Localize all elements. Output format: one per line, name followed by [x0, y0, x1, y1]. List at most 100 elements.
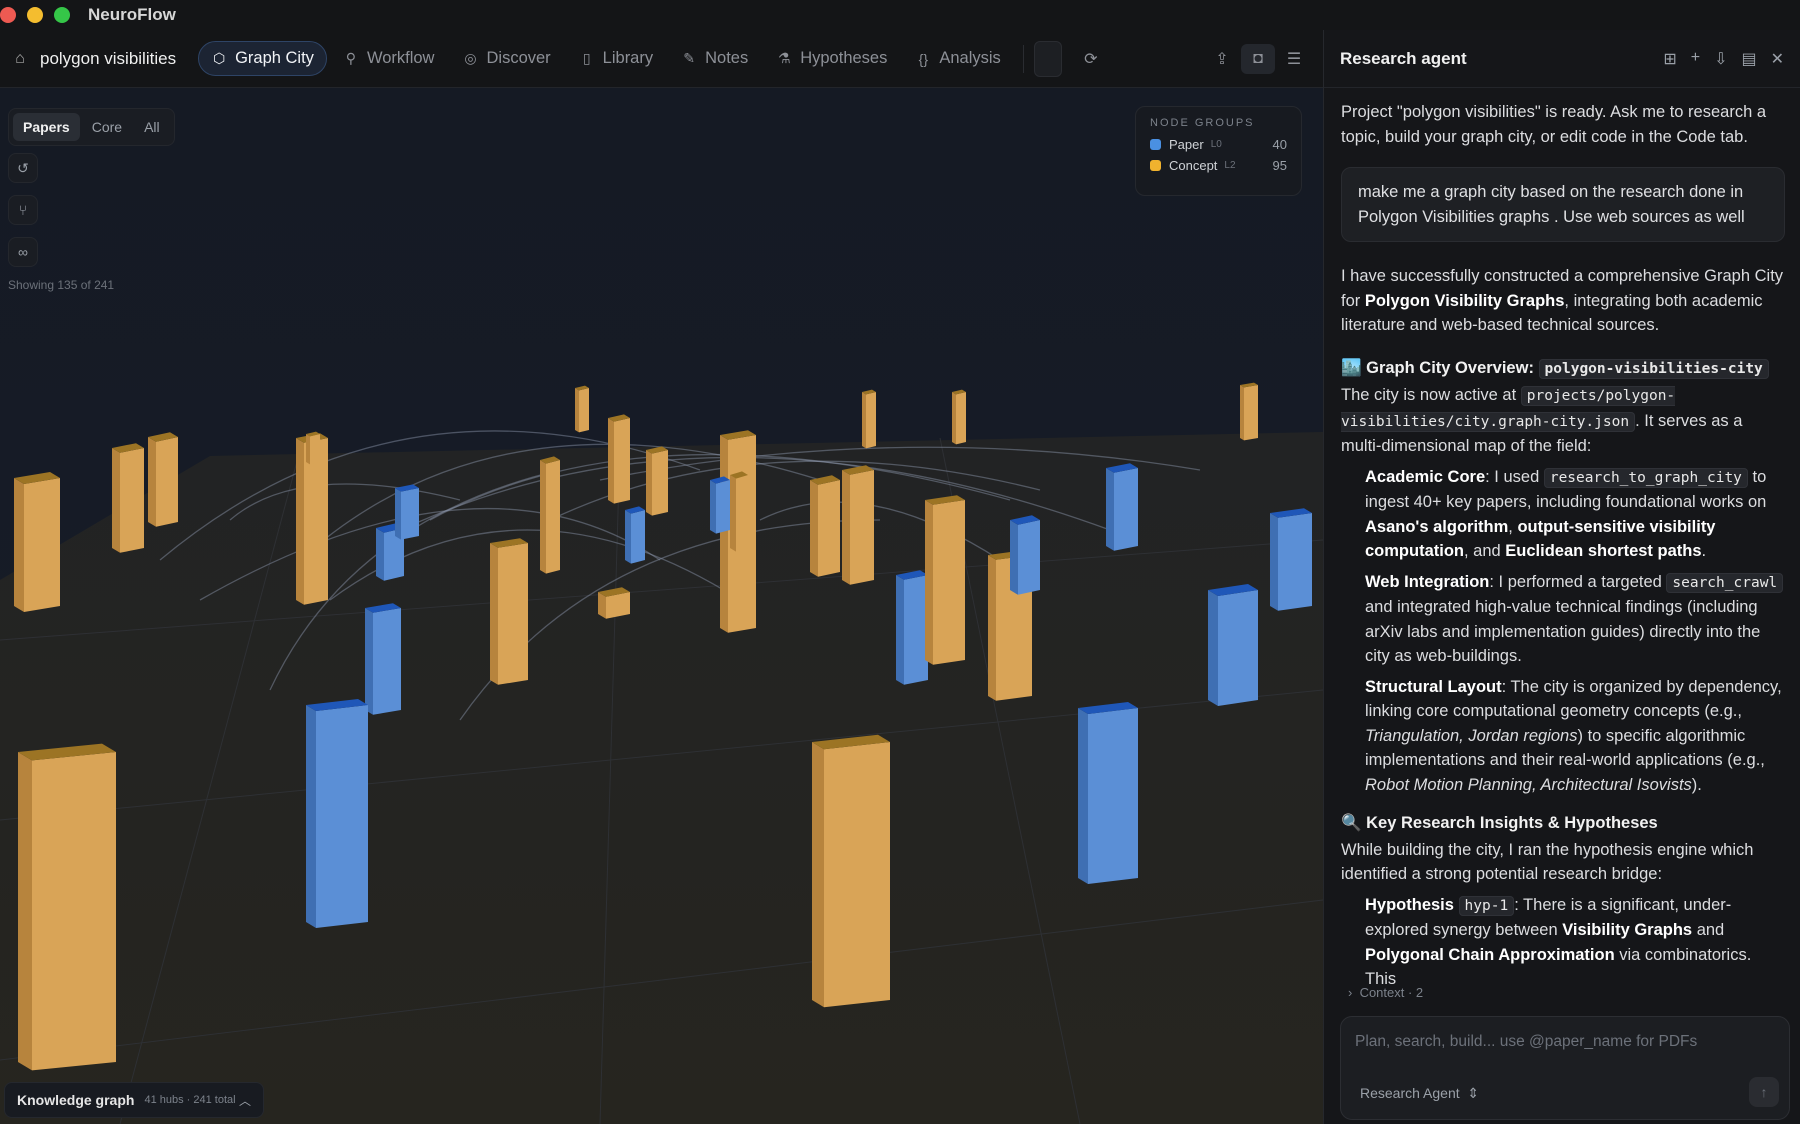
tab-discover[interactable]: ◎ Discover — [450, 41, 562, 76]
graph-city-canvas[interactable]: Papers Core All ↺ ⑂ ∞ Showing 135 of 241… — [0, 88, 1323, 1124]
building[interactable] — [112, 443, 144, 553]
export-doc-icon[interactable]: ⇩ — [1714, 49, 1727, 69]
building[interactable] — [1010, 515, 1040, 595]
sliders-icon[interactable]: ☰ — [1277, 44, 1311, 74]
context-toggle[interactable]: › Context · 2 — [1348, 985, 1423, 1000]
send-button[interactable]: ↑ — [1749, 1077, 1779, 1107]
building[interactable] — [710, 476, 730, 534]
building[interactable] — [306, 699, 368, 928]
building[interactable] — [925, 495, 965, 665]
text-bold: Asano's algorithm — [1365, 517, 1509, 536]
insights-paragraph: While building the city, I ran the hypot… — [1341, 840, 1754, 884]
inline-code: polygon-visibilities-city — [1538, 358, 1769, 379]
agent-header-actions: ⊞ + ⇩ ▤ ✕ — [1663, 49, 1784, 69]
building[interactable] — [730, 471, 748, 552]
chevron-up-icon[interactable]: ︿ — [239, 1092, 251, 1109]
building-side — [646, 450, 652, 516]
node-group-concept[interactable]: Concept L2 95 — [1150, 158, 1287, 173]
close-window-button[interactable] — [0, 7, 16, 23]
tab-workflow[interactable]: ⚲ Workflow — [331, 41, 447, 76]
building[interactable] — [646, 446, 668, 516]
maximize-window-button[interactable] — [54, 7, 70, 23]
view-tabs: ⬡ Graph City ⚲ Workflow ◎ Discover ▯ Library… — [198, 41, 1013, 76]
building-side — [1270, 513, 1278, 611]
composer-input[interactable]: Plan, search, build... use @paper_name f… — [1355, 1033, 1697, 1051]
node-filter: Papers Core All — [8, 108, 175, 146]
document-icon[interactable]: ▤ — [1741, 49, 1756, 69]
toolbar-right-actions: ⇪ ◘ ☰ — [1205, 43, 1311, 74]
building[interactable] — [1078, 702, 1138, 884]
building[interactable] — [1240, 382, 1258, 441]
history-icon[interactable]: ↺ — [8, 153, 38, 183]
building-side — [1208, 590, 1218, 706]
item-label: Web Integration — [1365, 572, 1490, 591]
showing-count: Showing 135 of 241 — [8, 278, 115, 292]
tab-graph-city[interactable]: ⬡ Graph City — [198, 41, 327, 76]
text-bold: Polygonal Chain Approximation — [1365, 945, 1615, 964]
building[interactable] — [306, 431, 320, 465]
branch-icon[interactable]: ⑂ — [8, 195, 38, 225]
building[interactable] — [540, 456, 560, 574]
refresh-icon[interactable]: ⟳ — [1074, 44, 1108, 74]
tab-hypotheses[interactable]: ⚗ Hypotheses — [764, 41, 899, 76]
workflow-icon: ⚲ — [345, 50, 357, 66]
building-face — [866, 392, 876, 449]
building-face — [956, 392, 966, 445]
building[interactable] — [896, 570, 928, 685]
tab-analysis[interactable]: {} Analysis — [903, 41, 1012, 76]
knowledge-graph-panel[interactable]: Knowledge graph 41 hubs · 241 total ︿ — [4, 1082, 264, 1118]
building-side — [812, 742, 824, 1008]
link-icon[interactable]: ∞ — [8, 237, 38, 267]
building-side — [720, 435, 728, 633]
node-group-paper[interactable]: Paper L0 40 — [1150, 137, 1287, 152]
filter-core[interactable]: Core — [82, 113, 132, 141]
building[interactable] — [365, 603, 401, 715]
home-icon[interactable]: ⌂ — [0, 50, 40, 68]
filter-all[interactable]: All — [134, 113, 170, 141]
knowledge-graph-summary: 41 hubs · 241 total — [144, 1094, 236, 1106]
filter-papers[interactable]: Papers — [13, 113, 80, 141]
building[interactable] — [812, 734, 890, 1008]
building-face — [904, 575, 928, 685]
tab-label: Library — [602, 49, 654, 67]
tab-label: Graph City — [235, 49, 314, 67]
tab-library[interactable]: ▯ Library — [567, 41, 665, 76]
building[interactable] — [1208, 584, 1258, 706]
building[interactable] — [608, 414, 630, 504]
building-face — [933, 500, 965, 665]
building[interactable] — [1106, 463, 1138, 551]
building[interactable] — [1270, 508, 1312, 611]
building[interactable] — [842, 465, 874, 585]
building[interactable] — [598, 587, 630, 619]
toolbar-slot[interactable] — [1033, 40, 1062, 77]
new-chat-icon[interactable]: ⊞ — [1663, 49, 1676, 69]
minimize-window-button[interactable] — [27, 7, 43, 23]
tab-notes[interactable]: ✎ Notes — [669, 41, 760, 76]
building-face — [32, 752, 116, 1071]
building-side — [365, 608, 373, 715]
building-side — [306, 434, 310, 465]
export-icon[interactable]: ⇪ — [1205, 44, 1239, 74]
agent-selector[interactable]: Research Agent ⇕ — [1360, 1085, 1479, 1102]
close-icon[interactable]: ✕ — [1771, 49, 1784, 69]
building[interactable] — [14, 472, 60, 612]
city-scene[interactable] — [0, 88, 1323, 1124]
bot-icon[interactable]: ◘ — [1241, 43, 1275, 74]
building[interactable] — [625, 506, 645, 564]
overview-heading: 🏙️ Graph City Overview: polygon-visibili… — [1341, 356, 1785, 382]
building[interactable] — [862, 389, 876, 449]
building[interactable] — [490, 538, 528, 685]
user-message: make me a graph city based on the resear… — [1341, 167, 1785, 242]
building[interactable] — [575, 385, 589, 433]
building-side — [490, 543, 498, 685]
building[interactable] — [148, 432, 178, 527]
plus-icon[interactable]: + — [1691, 49, 1700, 69]
building-side — [608, 418, 614, 504]
building[interactable] — [18, 743, 116, 1071]
building[interactable] — [395, 484, 419, 540]
building[interactable] — [810, 475, 840, 577]
building-side — [575, 388, 579, 433]
inline-code: hyp-1 — [1458, 895, 1515, 916]
building[interactable] — [952, 389, 966, 445]
agent-transcript[interactable]: Project "polygon visibilities" is ready.… — [1324, 88, 1800, 1008]
